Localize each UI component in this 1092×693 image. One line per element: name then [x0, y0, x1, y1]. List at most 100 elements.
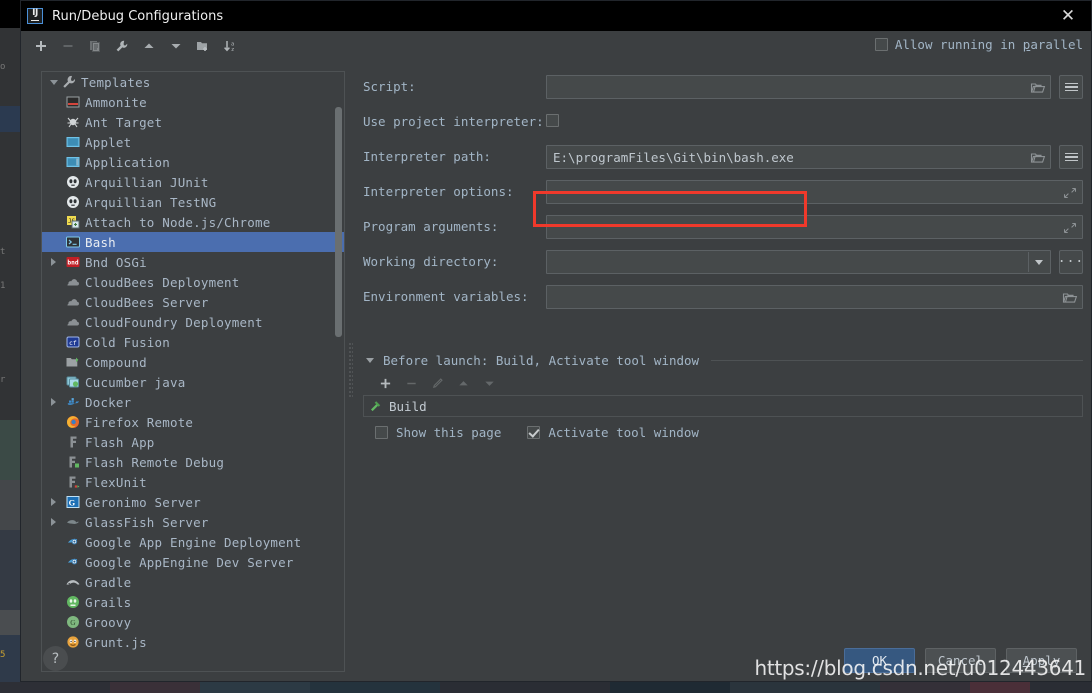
edit-templates-button[interactable] [110, 35, 134, 57]
configurations-tree-panel[interactable]: Templates Ammonite Ant Target Applet Applic… [41, 71, 345, 672]
tree-item-google-app-engine-deployment[interactable]: Google App Engine Deployment [42, 532, 344, 552]
before-launch-header[interactable]: Before launch: Build, Activate tool wind… [363, 349, 1083, 371]
close-icon[interactable]: ✕ [1045, 1, 1091, 31]
tree-item-label: Bash [85, 234, 116, 250]
script-macro-button[interactable] [1059, 75, 1083, 99]
folder-browse-icon[interactable] [1062, 290, 1078, 306]
allow-parallel-checkbox[interactable] [874, 38, 888, 51]
tree-item-cloudbees-server[interactable]: CloudBees Server [42, 292, 344, 312]
tree-item-label: Google AppEngine Dev Server [85, 554, 294, 570]
interpreter-path-input[interactable]: E:\programFiles\Git\bin\bash.exe [546, 145, 1051, 169]
tree-item-label: Ant Target [85, 114, 163, 130]
add-task-button[interactable] [375, 373, 395, 393]
tree-item-docker[interactable]: Docker [42, 392, 344, 412]
before-launch-toolbar [363, 371, 1083, 395]
tree-scrollbar-thumb[interactable] [335, 107, 342, 337]
chevron-down-icon[interactable] [46, 79, 61, 85]
tree-item-grunt-js[interactable]: Grunt.js [42, 632, 344, 652]
chevron-down-icon[interactable] [1028, 252, 1049, 272]
working-directory-browse-button[interactable]: ... [1058, 250, 1083, 274]
environment-variables-input[interactable] [546, 285, 1083, 309]
before-launch-task-label: Build [389, 398, 427, 414]
before-launch-task-list[interactable]: Build [363, 395, 1083, 417]
tree-item-cucumber-java[interactable]: Cucumber java [42, 372, 344, 392]
activate-tool-window-checkbox[interactable] [527, 426, 541, 439]
svg-text:z: z [231, 47, 234, 53]
tree-root-templates[interactable]: Templates [42, 72, 344, 92]
chevron-down-icon[interactable] [363, 357, 377, 363]
move-down-button[interactable] [164, 35, 188, 57]
copy-configuration-button[interactable] [83, 35, 107, 57]
tree-scrollbar[interactable] [334, 73, 343, 670]
panel-splitter[interactable] [347, 71, 355, 672]
working-directory-input[interactable] [546, 250, 1051, 274]
chevron-right-icon[interactable] [46, 398, 61, 406]
working-directory-label: Working directory: [363, 254, 499, 269]
tree-item-flash-remote-debug[interactable]: Flash Remote Debug [42, 452, 344, 472]
tree-item-grails[interactable]: Grails [42, 592, 344, 612]
show-this-page-checkbox[interactable] [375, 426, 388, 439]
expand-editor-icon[interactable] [1063, 221, 1077, 235]
create-folder-button[interactable] [191, 35, 215, 57]
tree-item-label: CloudFoundry Deployment [85, 314, 263, 330]
tree-item-ant-target[interactable]: Ant Target [42, 112, 344, 132]
cancel-button[interactable]: Cancel [925, 648, 996, 673]
nodejs-attach-icon: JS [65, 214, 81, 230]
folder-browse-icon[interactable] [1030, 150, 1046, 166]
tree-item-ammonite[interactable]: Ammonite [42, 92, 344, 112]
edit-task-button[interactable] [427, 373, 447, 393]
interpreter-options-input[interactable] [546, 180, 1083, 204]
remove-task-button[interactable] [401, 373, 421, 393]
tree-item-groovy[interactable]: G Groovy [42, 612, 344, 632]
tree-item-attach-to-node-js-chrome[interactable]: JSAttach to Node.js/Chrome [42, 212, 344, 232]
add-configuration-button[interactable] [29, 35, 53, 57]
tree-item-flexunit[interactable]: FlexUnit [42, 472, 344, 492]
chevron-right-icon[interactable] [46, 518, 61, 526]
sort-configurations-button[interactable]: a z [218, 35, 242, 57]
remove-configuration-button[interactable] [56, 35, 80, 57]
ok-button[interactable]: OK [844, 648, 915, 673]
allow-running-in-parallel[interactable]: Allow running in parallel [874, 37, 1083, 52]
tree-item-label: Compound [85, 354, 147, 370]
tree-item-cloudbees-deployment[interactable]: CloudBees Deployment [42, 272, 344, 292]
macro-list-icon [1064, 150, 1078, 163]
tree-item-label: Grails [85, 594, 132, 610]
expand-editor-icon[interactable] [1063, 186, 1077, 200]
tree-item-geronimo-server[interactable]: G Geronimo Server [42, 492, 344, 512]
script-input[interactable] [546, 75, 1051, 99]
folder-browse-icon[interactable] [1030, 80, 1046, 96]
program-arguments-input[interactable] [546, 215, 1083, 239]
tree-item-cloudfoundry-deployment[interactable]: CloudFoundry Deployment [42, 312, 344, 332]
grunt-icon [65, 634, 81, 650]
tree-item-application[interactable]: Application [42, 152, 344, 172]
ammonite-icon [65, 94, 81, 110]
tree-item-bnd-osgi[interactable]: bnd Bnd OSGi [42, 252, 344, 272]
tree-item-applet[interactable]: Applet [42, 132, 344, 152]
tree-item-gradle[interactable]: Gradle [42, 572, 344, 592]
cloud-icon [65, 294, 81, 310]
dialog-title: Run/Debug Configurations [52, 8, 224, 24]
move-task-up-button[interactable] [453, 373, 473, 393]
move-task-down-button[interactable] [479, 373, 499, 393]
tree-item-label: Grunt.js [85, 634, 147, 650]
help-icon[interactable]: ? [43, 646, 68, 671]
splitter-grip-icon [349, 343, 353, 397]
tree-item-compound[interactable]: Compound [42, 352, 344, 372]
interpreter-path-value: E:\programFiles\Git\bin\bash.exe [553, 149, 794, 165]
apply-button[interactable]: Apply [1006, 648, 1077, 673]
tree-item-flash-app[interactable]: Flash App [42, 432, 344, 452]
tree-item-bash[interactable]: Bash [42, 232, 344, 252]
tree-item-glassfish-server[interactable]: GlassFish Server [42, 512, 344, 532]
interpreter-path-macro-button[interactable] [1059, 145, 1083, 169]
use-project-interpreter-checkbox[interactable] [546, 114, 559, 127]
tree-item-arquillian-junit[interactable]: Arquillian JUnit [42, 172, 344, 192]
folder-icon [65, 354, 81, 370]
move-up-button[interactable] [137, 35, 161, 57]
tree-item-firefox-remote[interactable]: Firefox Remote [42, 412, 344, 432]
chevron-right-icon[interactable] [46, 498, 61, 506]
tree-item-google-appengine-dev-server[interactable]: Google AppEngine Dev Server [42, 552, 344, 572]
chevron-right-icon[interactable] [46, 258, 61, 266]
tree-item-arquillian-testng[interactable]: Arquillian TestNG [42, 192, 344, 212]
show-this-page-label: Show this page [396, 425, 502, 440]
tree-item-cold-fusion[interactable]: cf Cold Fusion [42, 332, 344, 352]
